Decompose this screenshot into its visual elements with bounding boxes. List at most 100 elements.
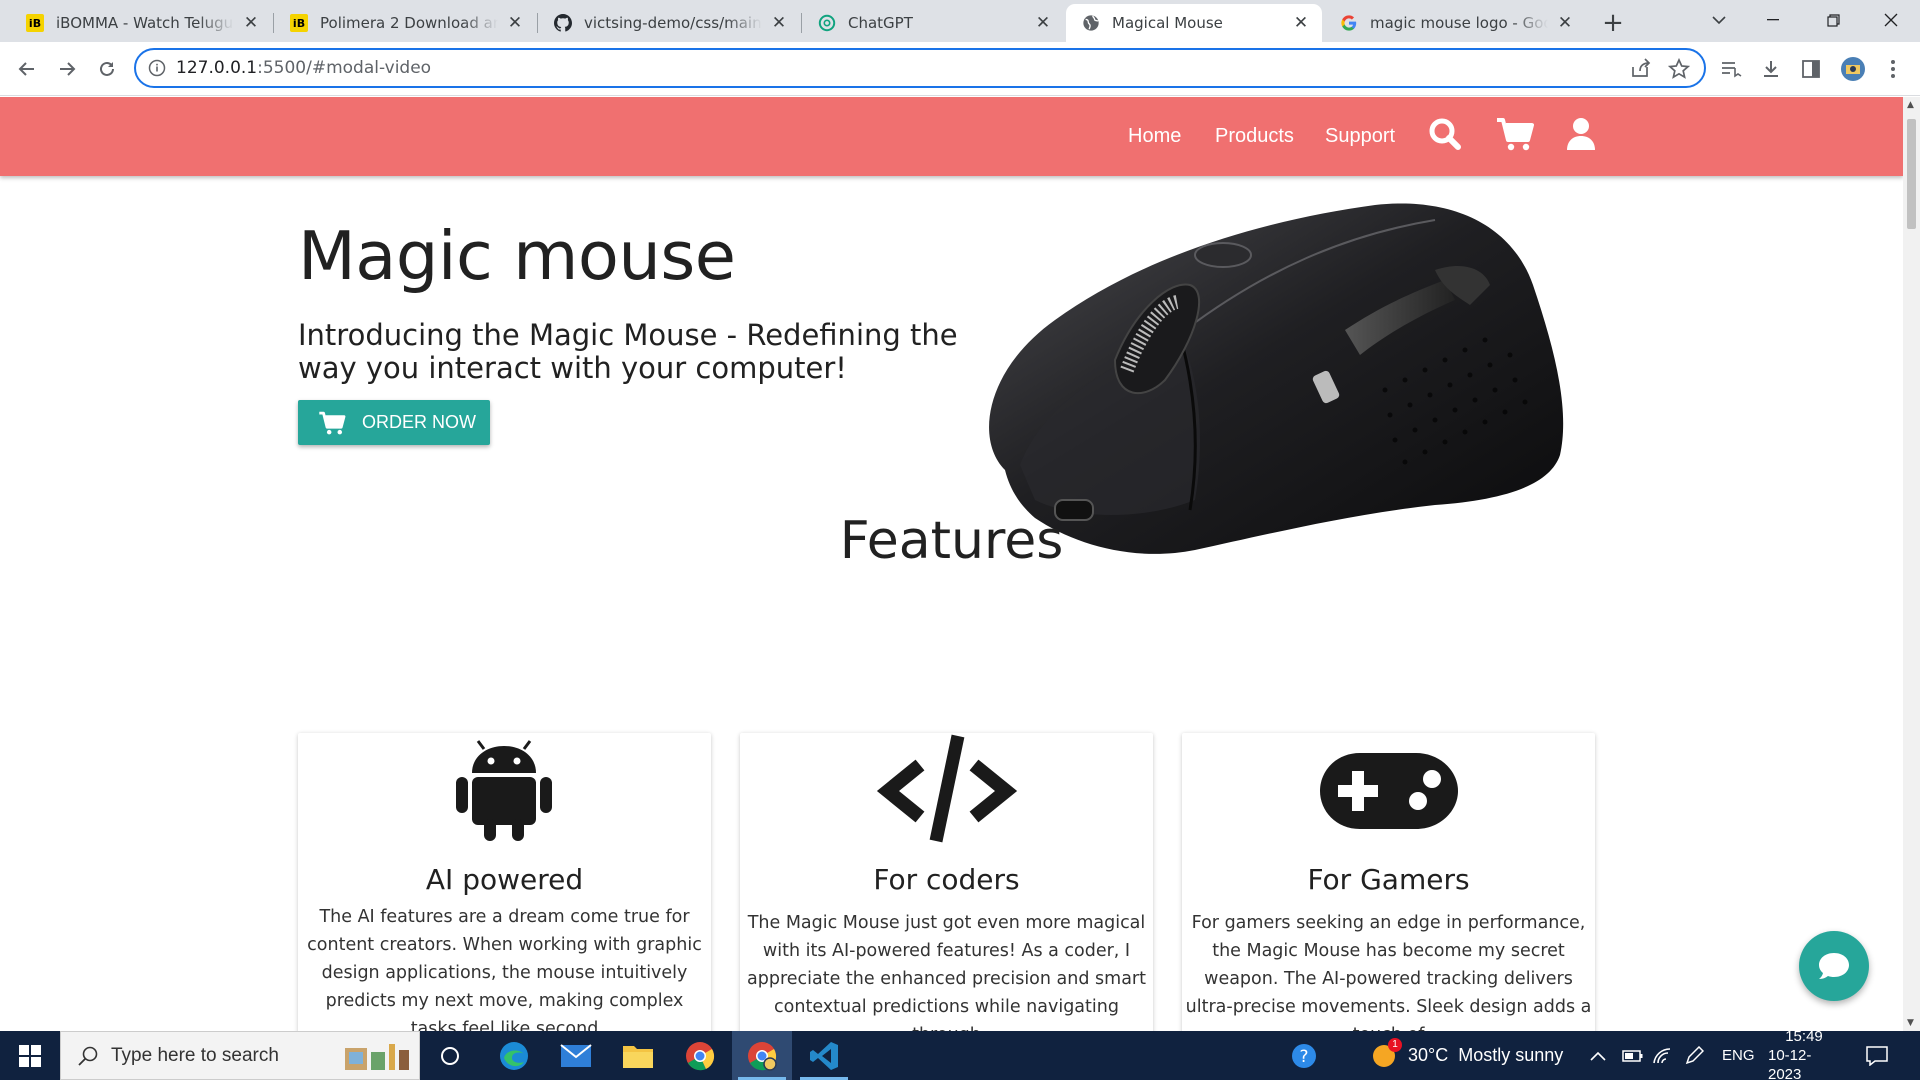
google-icon	[1340, 14, 1358, 32]
close-tab-icon[interactable]: ✕	[1032, 12, 1054, 34]
url-path: :5500/#modal-video	[257, 58, 432, 78]
browser-tab[interactable]: magic mouse logo - Google Search ✕	[1324, 4, 1586, 42]
weather-widget[interactable]: 1 30°C Mostly sunny	[1370, 1031, 1563, 1080]
clock-time: 15:49	[1785, 1028, 1823, 1045]
forward-button[interactable]	[50, 52, 84, 86]
help-tray-icon[interactable]: ?	[1290, 1031, 1318, 1080]
browser-tab-active[interactable]: Magical Mouse ✕	[1066, 4, 1322, 42]
search-highlight-illustration	[345, 1044, 409, 1070]
ibomma-icon: iB	[26, 14, 44, 32]
feature-card-gamers: For Gamers For gamers seeking an edge in…	[1182, 733, 1595, 1031]
close-tab-icon[interactable]: ✕	[1554, 12, 1576, 34]
order-now-label: ORDER NOW	[362, 412, 476, 432]
close-window-button[interactable]	[1868, 0, 1914, 40]
weather-badge: 1	[1388, 1037, 1402, 1052]
code-icon	[876, 734, 1018, 843]
windows-logo-icon	[19, 1044, 41, 1067]
nav-home-link[interactable]: Home	[1128, 125, 1181, 148]
reading-list-icon[interactable]	[1714, 52, 1748, 86]
battery-icon[interactable]	[1622, 1031, 1644, 1080]
side-panel-icon[interactable]	[1794, 52, 1828, 86]
browser-tab[interactable]: iB Polimera 2 Download and Watch ✕	[274, 4, 536, 42]
wifi-icon[interactable]	[1652, 1031, 1672, 1080]
weather-sun-icon: 1	[1370, 1037, 1402, 1070]
feature-card-ai: AI powered The AI features are a dream c…	[298, 733, 711, 1031]
nav-products-link[interactable]: Products	[1215, 125, 1294, 148]
language-indicator[interactable]: ENG	[1722, 1031, 1755, 1080]
clock[interactable]: 15:49 10-12-2023	[1768, 1028, 1840, 1080]
chat-button[interactable]	[1799, 931, 1869, 1001]
url-text: 127.0.0.1:5500/#modal-video	[176, 58, 431, 78]
hero-subtitle: Introducing the Magic Mouse - Redefining…	[298, 318, 958, 385]
github-icon	[554, 14, 572, 32]
pen-icon[interactable]	[1684, 1031, 1704, 1080]
taskbar-search-box[interactable]: Type here to search	[60, 1031, 420, 1080]
close-tab-icon[interactable]: ✕	[504, 12, 526, 34]
features-heading-text: Features	[839, 511, 1064, 571]
scroll-up-arrow[interactable]: ▲	[1907, 100, 1914, 110]
vscode-icon[interactable]	[794, 1031, 854, 1080]
search-icon[interactable]	[1428, 117, 1462, 151]
cart-icon	[319, 411, 346, 434]
feature-card-coders: For coders The Magic Mouse just got even…	[740, 733, 1153, 1031]
feature-text: The Magic Mouse just got even more magic…	[747, 913, 1146, 1031]
tab-search-icon[interactable]	[1696, 0, 1742, 40]
scrollbar-thumb[interactable]	[1907, 119, 1916, 229]
address-bar[interactable]: 127.0.0.1:5500/#modal-video	[134, 48, 1706, 88]
close-tab-icon[interactable]: ✕	[240, 12, 262, 34]
browser-tab[interactable]: victsing-demo/css/main.css ✕	[538, 4, 800, 42]
browser-tab[interactable]: iB iBOMMA - Watch Telugu movies ✕	[10, 4, 272, 42]
share-icon[interactable]	[1630, 58, 1652, 78]
notifications-icon[interactable]	[1866, 1031, 1888, 1080]
chat-bubble-icon	[1819, 953, 1849, 979]
browser-tab-strip: iB iBOMMA - Watch Telugu movies ✕ iB Pol…	[0, 0, 1920, 42]
nav-support-link[interactable]: Support	[1325, 125, 1395, 148]
chatgpt-icon	[818, 14, 836, 32]
chrome-icon[interactable]	[670, 1031, 730, 1080]
weather-text: 30°C Mostly sunny	[1408, 1045, 1564, 1065]
gamepad-icon	[1320, 753, 1458, 829]
order-now-button[interactable]: ORDER NOW	[298, 400, 490, 445]
features-heading: Features	[0, 511, 1903, 669]
mail-icon[interactable]	[546, 1031, 606, 1080]
android-icon	[456, 740, 552, 841]
page-scrollbar[interactable]: ▲ ▼	[1903, 97, 1920, 1031]
user-icon[interactable]	[1566, 117, 1596, 151]
page-viewport: Home Products Support Magic mouse Introd…	[0, 97, 1903, 1031]
new-tab-button[interactable]: +	[1598, 8, 1628, 38]
reload-button[interactable]	[90, 52, 124, 86]
browser-tab[interactable]: ChatGPT ✕	[802, 4, 1064, 42]
back-button[interactable]	[10, 52, 44, 86]
site-info-icon[interactable]	[148, 59, 166, 77]
feature-text: The AI features are a dream come true fo…	[307, 907, 702, 1031]
close-tab-icon[interactable]: ✕	[768, 12, 790, 34]
minimize-button[interactable]	[1750, 0, 1796, 40]
profile-avatar[interactable]	[1836, 52, 1870, 86]
windows-taskbar: Type here to search ? 1 30°C Mostly sunn…	[0, 1028, 1920, 1080]
hero-title: Magic mouse	[298, 217, 736, 295]
magic-mouse-product-image	[989, 203, 1564, 554]
task-view-icon[interactable]	[420, 1031, 480, 1080]
clock-date: 10-12-2023	[1768, 1047, 1812, 1080]
start-button[interactable]	[0, 1031, 60, 1080]
url-host: 127.0.0.1	[176, 58, 258, 78]
show-hidden-icons[interactable]	[1590, 1031, 1606, 1080]
search-icon	[78, 1046, 98, 1066]
file-explorer-icon[interactable]	[608, 1031, 668, 1080]
edge-icon[interactable]	[484, 1031, 544, 1080]
browser-toolbar: 127.0.0.1:5500/#modal-video	[0, 42, 1920, 96]
restore-button[interactable]	[1810, 0, 1856, 40]
feature-title: For Gamers	[1307, 863, 1470, 896]
ibomma-icon: iB	[290, 14, 308, 32]
feature-text: For gamers seeking an edge in performanc…	[1185, 913, 1592, 1031]
scroll-down-arrow[interactable]: ▼	[1907, 1018, 1914, 1028]
chrome-profile-icon[interactable]	[732, 1031, 792, 1080]
taskbar-search-placeholder: Type here to search	[111, 1044, 279, 1066]
bookmark-star-icon[interactable]	[1668, 58, 1690, 80]
feature-title: AI powered	[425, 863, 584, 896]
close-tab-icon[interactable]: ✕	[1290, 12, 1312, 34]
download-icon[interactable]	[1754, 52, 1788, 86]
chrome-menu-icon[interactable]	[1876, 52, 1910, 86]
globe-icon	[1082, 14, 1100, 32]
cart-icon[interactable]	[1496, 117, 1534, 151]
